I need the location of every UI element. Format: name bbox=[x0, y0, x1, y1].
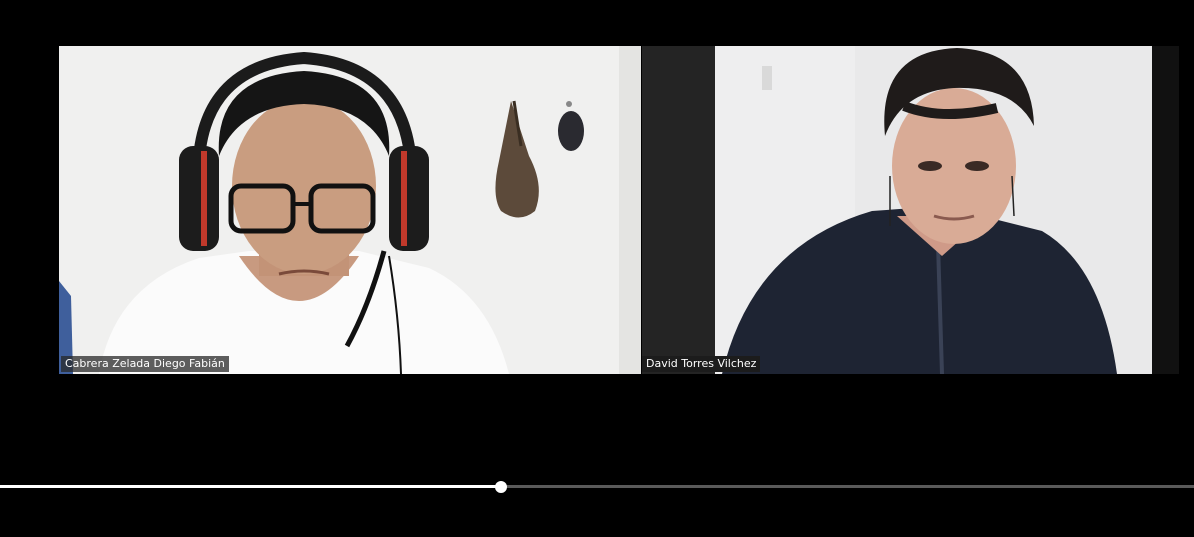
progress-scrubber-handle[interactable] bbox=[495, 481, 508, 493]
participant-video-feed bbox=[642, 46, 1179, 374]
participant-name-label: Cabrera Zelada Diego Fabián bbox=[61, 356, 229, 372]
participant-video-feed bbox=[59, 46, 641, 374]
progress-fill bbox=[0, 485, 502, 488]
playback-progress-bar[interactable] bbox=[0, 480, 1194, 494]
participant-video-tile-left[interactable]: Cabrera Zelada Diego Fabián bbox=[59, 46, 641, 374]
participant-video-tile-right[interactable]: David Torres Vilchez bbox=[642, 46, 1179, 374]
tile-edge bbox=[1152, 46, 1179, 374]
participant-name-label: David Torres Vilchez bbox=[642, 356, 761, 372]
